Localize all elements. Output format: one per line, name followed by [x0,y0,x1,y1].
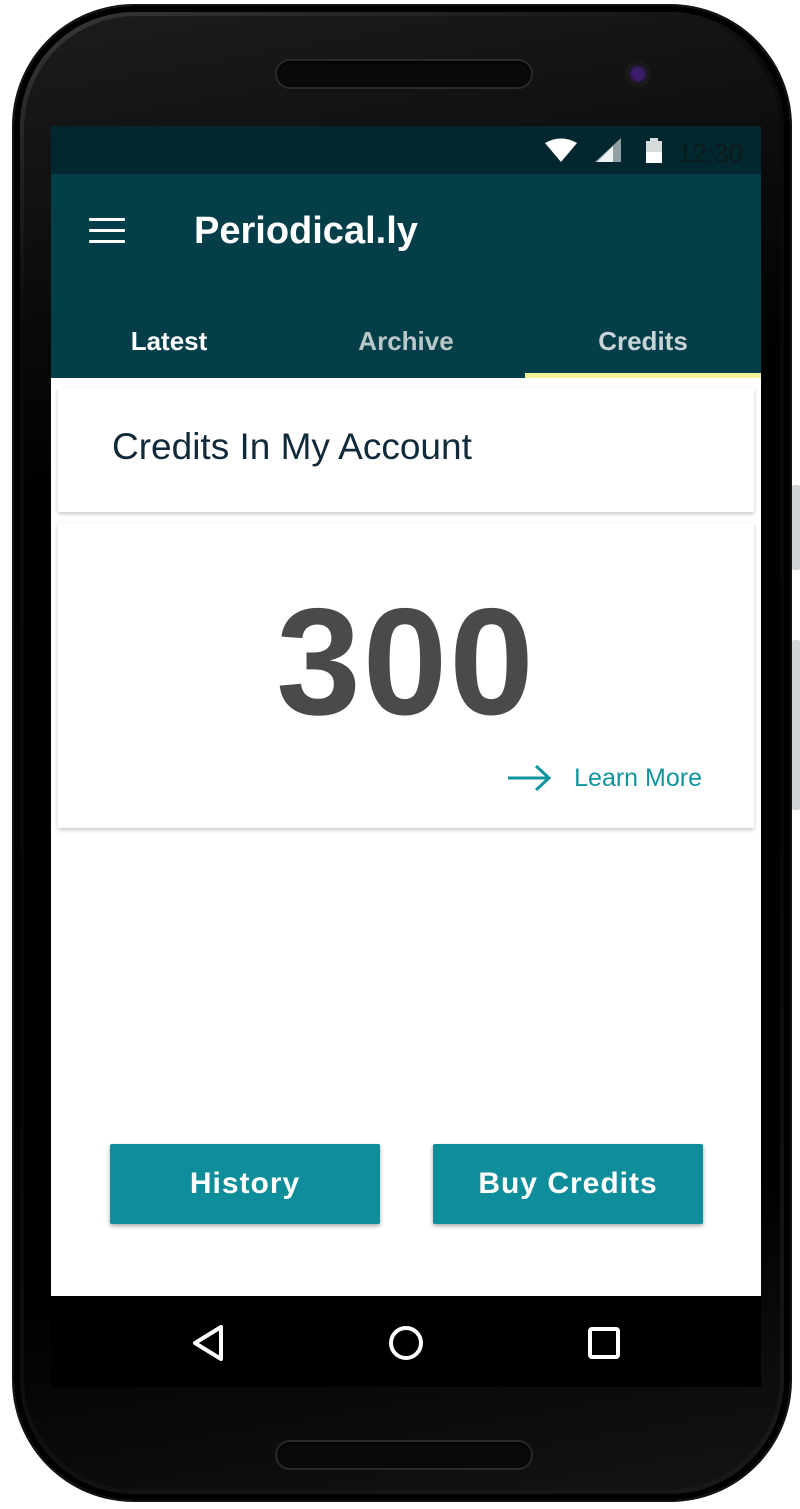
phone-screen: 12:30 Periodical.ly Latest Archive Credi… [51,126,761,1387]
tab-credits[interactable]: Credits [525,304,761,378]
tab-bar: Latest Archive Credits [51,304,761,378]
earpiece-speaker [277,61,531,87]
system-nav-bar [51,1296,761,1387]
selected-tab-indicator [525,373,761,378]
recents-icon[interactable] [579,1318,629,1368]
status-time: 12:30 [677,138,743,168]
credits-balance: 300 [276,577,536,747]
bottom-speaker [277,1442,531,1468]
buy-credits-button[interactable]: Buy Credits [433,1144,703,1224]
status-bar: 12:30 [51,126,761,174]
credits-header-card: Credits In My Account [58,388,754,512]
credits-card-title: Credits In My Account [112,426,472,467]
power-button [792,640,800,810]
app-title: Periodical.ly [194,210,418,252]
back-icon[interactable] [183,1318,233,1368]
signal-icon [595,138,621,162]
arrow-right-icon [508,764,552,792]
app-bar: Periodical.ly Latest Archive Credits [51,174,761,378]
history-button[interactable]: History [110,1144,380,1224]
battery-icon [646,138,662,163]
home-icon[interactable] [381,1318,431,1368]
credits-balance-card: 300 Learn More [58,523,754,828]
tab-archive[interactable]: Archive [288,304,524,378]
volume-button [792,485,800,570]
hamburger-menu-icon[interactable] [89,218,125,246]
front-camera [625,61,651,87]
tab-latest[interactable]: Latest [51,304,287,378]
wifi-icon [545,138,577,162]
learn-more-label: Learn More [574,763,702,792]
learn-more-link[interactable]: Learn More [506,763,702,793]
